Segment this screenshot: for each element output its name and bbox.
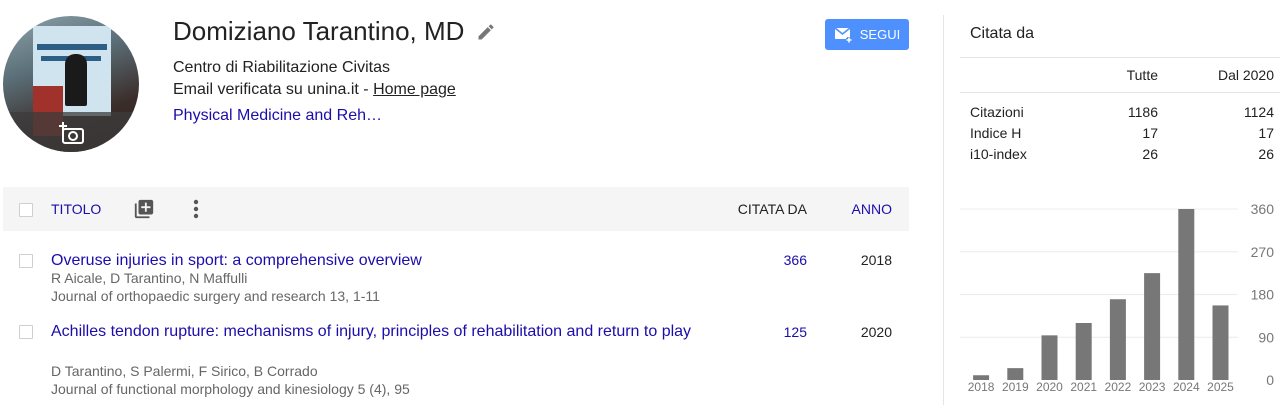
metric-all: 1186 (1127, 104, 1158, 120)
profile-name: Domiziano Tarantino, MD (173, 16, 465, 46)
article-year: 2020 (860, 324, 892, 340)
profile-photo[interactable] (3, 16, 139, 152)
x-tick-label: 2021 (1070, 380, 1097, 394)
citations-per-year-chart: 0 90 180 270 360 2018 2019 2020 2021 2022 2023 2024… (960, 201, 1275, 394)
x-tick-label: 2018 (968, 380, 995, 394)
x-tick-label: 2019 (1002, 380, 1029, 394)
y-tick-label: 90 (1258, 329, 1274, 345)
sidebar-divider (943, 15, 944, 405)
citation-count-link[interactable]: 366 (784, 252, 807, 268)
sort-by-title[interactable]: TITOLO (51, 201, 101, 217)
follow-label: SEGUI (859, 27, 901, 42)
sort-by-year[interactable]: ANNO (852, 201, 892, 217)
profile-email: Email verificata su unina.it - Home page (173, 81, 456, 99)
article-title-link[interactable]: Overuse injuries in sport: a comprehensi… (51, 250, 711, 272)
photo-poster-band (37, 44, 107, 50)
x-tick-label: 2020 (1036, 380, 1063, 394)
row-checkbox[interactable] (19, 254, 33, 268)
article-year: 2018 (860, 252, 892, 268)
add-articles-icon[interactable] (133, 198, 155, 220)
metric-all: 26 (1142, 146, 1158, 162)
metric-label: Citazioni (970, 104, 1024, 120)
article-venue: Journal of orthopaedic surgery and resea… (51, 288, 380, 304)
chart-bar (1109, 299, 1126, 380)
metric-since: 26 (1258, 146, 1274, 162)
profile-affiliation: Centro di Riabilitazione Civitas (173, 59, 390, 76)
y-tick-label: 360 (1251, 201, 1275, 217)
table-row: Overuse injuries in sport: a comprehensi… (3, 250, 909, 306)
metric-all: 17 (1142, 125, 1158, 141)
column-all: Tutte (1126, 67, 1158, 83)
photo-person (65, 54, 87, 106)
cited-by-heading: Citata da (970, 25, 1035, 42)
row-checkbox[interactable] (19, 325, 33, 339)
metric-label: Indice H (970, 125, 1022, 141)
article-venue: Journal of functional morphology and kin… (51, 381, 410, 397)
follow-button[interactable]: SEGUI (825, 19, 909, 50)
metric-since: 17 (1258, 125, 1274, 141)
divider (960, 92, 1280, 93)
edit-pencil-icon[interactable] (476, 22, 496, 42)
home-page-link[interactable]: Home page (373, 81, 456, 98)
chart-bar (1007, 368, 1024, 380)
more-options-icon[interactable] (187, 197, 205, 221)
column-since: Dal 2020 (1217, 67, 1274, 83)
x-tick-label: 2025 (1207, 380, 1234, 394)
y-tick-label: 180 (1251, 287, 1275, 303)
mail-plus-icon (834, 26, 852, 43)
metric-label: i10-index (970, 146, 1027, 162)
x-tick-label: 2024 (1173, 380, 1200, 394)
y-tick-label: 270 (1251, 244, 1275, 260)
table-header: TITOLO CITATA DA ANNO (3, 187, 909, 231)
verified-email-text: Email verificata su unina.it - (173, 81, 369, 98)
divider (960, 57, 1280, 58)
metric-since: 1124 (1243, 104, 1274, 120)
sort-by-citations[interactable]: CITATA DA (738, 201, 807, 217)
chart-bar (1178, 209, 1195, 380)
chart-bar (1075, 323, 1092, 380)
article-title-link[interactable]: Achilles tendon rupture: mechanisms of i… (51, 321, 711, 343)
chart-bar (1212, 305, 1229, 380)
article-authors: D Tarantino, S Palermi, F Sirico, B Corr… (51, 363, 318, 379)
table-row: Achilles tendon rupture: mechanisms of i… (3, 321, 909, 401)
select-all-checkbox[interactable] (19, 203, 33, 217)
add-photo-icon[interactable] (59, 120, 85, 146)
chart-bar (1041, 335, 1058, 380)
citation-count-link[interactable]: 125 (784, 324, 807, 340)
x-tick-label: 2023 (1139, 380, 1166, 394)
chart-bar (1144, 273, 1161, 380)
y-tick-label: 0 (1266, 372, 1274, 388)
article-authors: R Aicale, D Tarantino, N Maffulli (51, 270, 248, 286)
x-tick-label: 2022 (1105, 380, 1132, 394)
research-interest-link[interactable]: Physical Medicine and Reh… (173, 107, 382, 125)
